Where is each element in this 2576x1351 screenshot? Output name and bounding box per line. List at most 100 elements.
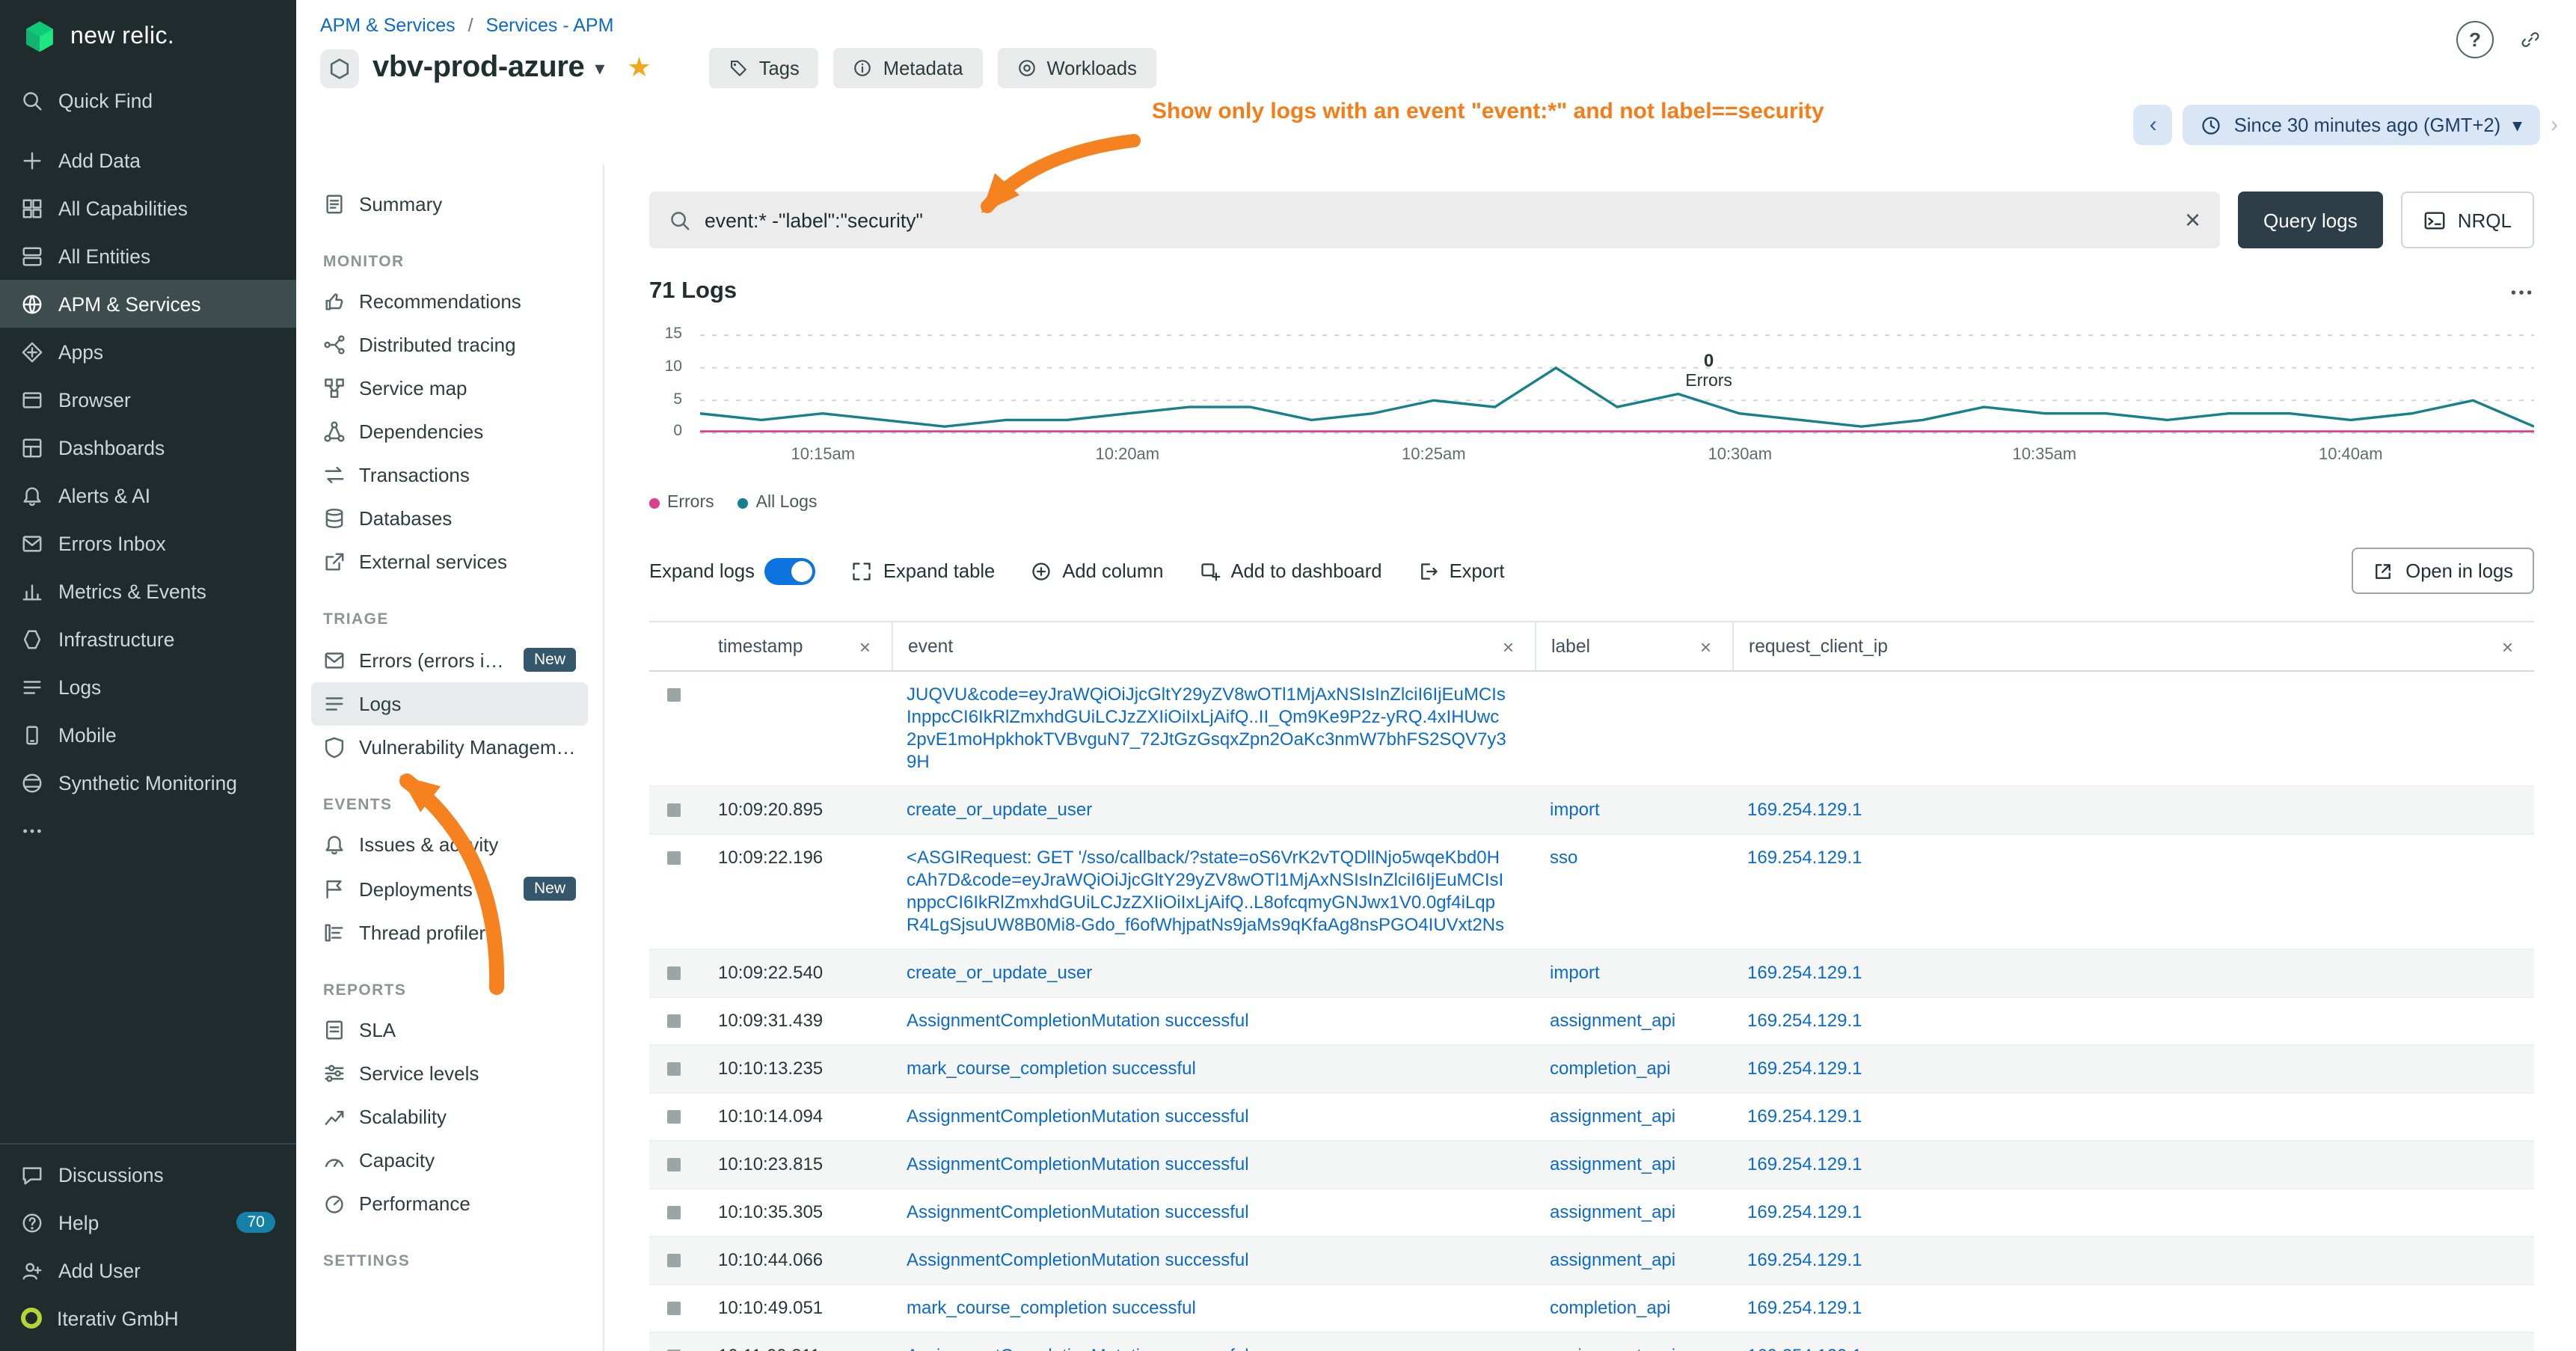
subnav-item-recommendations[interactable]: Recommendations [311, 280, 588, 323]
log-row-marker-icon[interactable] [667, 1302, 681, 1315]
log-event-link[interactable]: create_or_update_user [907, 799, 1517, 821]
log-row[interactable]: 10:10:44.066AssignmentCompletionMutation… [649, 1237, 2534, 1285]
log-row[interactable]: 10:10:35.305AssignmentCompletionMutation… [649, 1189, 2534, 1237]
log-event-link[interactable]: AssignmentCompletionMutation successful [907, 1249, 1517, 1272]
log-ip-link[interactable]: 169.254.129.1 [1747, 1249, 1862, 1270]
log-event-link[interactable]: create_or_update_user [907, 962, 1517, 984]
toggle-on-icon[interactable] [765, 557, 816, 584]
log-event-link[interactable]: mark_course_completion successful [907, 1058, 1517, 1080]
log-ip-link[interactable]: 169.254.129.1 [1747, 799, 1862, 820]
sidebar-item-synthetic-monitoring[interactable]: Synthetic Monitoring [0, 759, 296, 806]
log-row-marker-icon[interactable] [667, 1158, 681, 1171]
remove-column-icon[interactable]: × [1503, 635, 1514, 658]
log-label-link[interactable]: assignment_api [1550, 1106, 1675, 1127]
log-event-link[interactable]: AssignmentCompletionMutation successful [907, 1154, 1517, 1176]
subnav-item-scalability[interactable]: Scalability [311, 1095, 588, 1139]
subnav-item-thread-profiler[interactable]: Thread profiler [311, 911, 588, 955]
subnav-item-performance[interactable]: Performance [311, 1182, 588, 1225]
log-row-marker-icon[interactable] [667, 1254, 681, 1267]
subnav-item-databases[interactable]: Databases [311, 497, 588, 540]
breadcrumb-link-services-apm[interactable]: Services - APM [486, 15, 614, 36]
log-row-marker-icon[interactable] [667, 966, 681, 980]
sidebar-item-errors-inbox[interactable]: Errors Inbox [0, 519, 296, 567]
log-ip-link[interactable]: 169.254.129.1 [1747, 1201, 1862, 1222]
log-label-link[interactable]: completion_api [1550, 1058, 1670, 1079]
log-row-marker-icon[interactable] [667, 1110, 681, 1124]
legend-all-logs[interactable]: All Logs [738, 494, 818, 512]
log-row[interactable]: 10:09:22.196<ASGIRequest: GET '/sso/call… [649, 835, 2534, 950]
log-row[interactable]: 10:11:00.311AssignmentCompletionMutation… [649, 1333, 2534, 1351]
sidebar-item-apm-services[interactable]: APM & Services [0, 280, 296, 328]
sidebar-item-help[interactable]: Help70 [0, 1198, 296, 1246]
subnav-item-issues-activity[interactable]: Issues & activity [311, 823, 588, 866]
help-icon[interactable]: ? [2456, 21, 2494, 58]
subnav-item-capacity[interactable]: Capacity [311, 1139, 588, 1182]
add-to-dashboard-button[interactable]: Add to dashboard [1199, 560, 1381, 582]
log-row-marker-icon[interactable] [667, 803, 681, 817]
log-row[interactable]: 10:10:23.815AssignmentCompletionMutation… [649, 1142, 2534, 1189]
log-event-link[interactable]: <ASGIRequest: GET '/sso/callback/?state=… [907, 847, 1517, 937]
remove-column-icon[interactable]: × [2502, 635, 2513, 658]
log-row-marker-icon[interactable] [667, 1014, 681, 1028]
entity-dropdown-caret-icon[interactable]: ▾ [595, 56, 604, 80]
log-row-marker-icon[interactable] [667, 851, 681, 865]
copy-permalink-icon[interactable] [2512, 21, 2549, 58]
expand-table-button[interactable]: Expand table [852, 560, 995, 582]
sidebar-item-all-capabilities[interactable]: All Capabilities [0, 184, 296, 232]
log-event-link[interactable]: JUQVU&code=eyJraWQiOiJjcGltY29yZV8wOTl1M… [907, 684, 1517, 773]
sidebar-item-mobile[interactable]: Mobile [0, 711, 296, 759]
open-in-logs-button[interactable]: Open in logs [2352, 548, 2534, 594]
log-label-link[interactable]: assignment_api [1550, 1201, 1675, 1222]
metadata-button[interactable]: Metadata [834, 48, 983, 88]
newrelic-logo[interactable]: new relic. [0, 0, 296, 76]
log-label-link[interactable]: import [1550, 799, 1600, 820]
expand-logs-toggle[interactable]: Expand logs [649, 557, 816, 584]
sidebar-item-add-data[interactable]: Add Data [0, 136, 296, 184]
legend-errors[interactable]: Errors [649, 494, 714, 512]
log-ip-link[interactable]: 169.254.129.1 [1747, 1058, 1862, 1079]
sidebar-item-iterativ-gmbh[interactable]: Iterativ GmbH [0, 1294, 296, 1342]
log-ip-link[interactable]: 169.254.129.1 [1747, 1297, 1862, 1318]
time-picker[interactable]: Since 30 minutes ago (GMT+2) ▾ [2183, 105, 2540, 145]
time-forward-button[interactable]: › [2551, 112, 2558, 138]
sidebar-item-all-entities[interactable]: All Entities [0, 232, 296, 280]
clear-query-icon[interactable]: × [2185, 206, 2201, 233]
sidebar-item-apps[interactable]: Apps [0, 328, 296, 376]
log-row-marker-icon[interactable] [667, 1206, 681, 1219]
log-label-link[interactable]: completion_api [1550, 1297, 1670, 1318]
log-row[interactable]: 10:10:14.094AssignmentCompletionMutation… [649, 1094, 2534, 1142]
log-label-link[interactable]: import [1550, 962, 1600, 983]
sidebar-item-discussions[interactable]: Discussions [0, 1151, 296, 1198]
log-row[interactable]: 10:09:22.540create_or_update_userimport1… [649, 950, 2534, 998]
sidebar-item-alerts-ai[interactable]: Alerts & AI [0, 471, 296, 519]
sidebar-item-quick-find[interactable]: Quick Find [0, 76, 296, 124]
log-event-link[interactable]: AssignmentCompletionMutation successful [907, 1010, 1517, 1032]
time-back-button[interactable]: ‹ [2134, 105, 2173, 145]
export-button[interactable]: Export [1418, 560, 1505, 582]
subnav-item-logs[interactable]: Logs [311, 682, 588, 726]
log-row[interactable]: JUQVU&code=eyJraWQiOiJjcGltY29yZV8wOTl1M… [649, 672, 2534, 787]
remove-column-icon[interactable]: × [1700, 635, 1711, 658]
subnav-item-vulnerability-management[interactable]: Vulnerability Management [311, 726, 588, 769]
tags-button[interactable]: Tags [710, 48, 819, 88]
log-row[interactable]: 10:10:49.051mark_course_completion succe… [649, 1285, 2534, 1333]
column-header-label[interactable]: label× [1535, 622, 1732, 670]
sidebar-item-logs[interactable]: Logs [0, 663, 296, 711]
subnav-item-summary[interactable]: Summary [311, 183, 588, 226]
subnav-item-errors-errors-inb[interactable]: Errors (errors inb...New [311, 637, 588, 682]
sidebar-item-dashboards[interactable]: Dashboards [0, 423, 296, 471]
sidebar-item-browser[interactable]: Browser [0, 376, 296, 423]
column-header-event[interactable]: event× [892, 622, 1535, 670]
log-label-link[interactable]: assignment_api [1550, 1154, 1675, 1174]
log-label-link[interactable]: sso [1550, 847, 1577, 868]
log-row[interactable]: 10:09:20.895create_or_update_userimport1… [649, 787, 2534, 835]
sidebar-item-more[interactable] [0, 806, 296, 854]
sidebar-item-infrastructure[interactable]: Infrastructure [0, 615, 296, 663]
log-query-input[interactable]: event:* -"label":"security" × [649, 192, 2220, 248]
query-logs-button[interactable]: Query logs [2238, 192, 2383, 248]
log-row[interactable]: 10:10:13.235mark_course_completion succe… [649, 1046, 2534, 1094]
log-ip-link[interactable]: 169.254.129.1 [1747, 1106, 1862, 1127]
remove-column-icon[interactable]: × [859, 635, 871, 658]
log-ip-link[interactable]: 169.254.129.1 [1747, 847, 1862, 868]
favorite-star-icon[interactable]: ★ [627, 52, 651, 84]
